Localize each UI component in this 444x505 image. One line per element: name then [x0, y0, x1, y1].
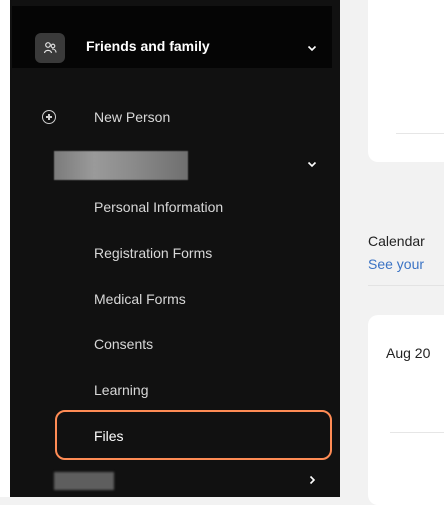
- sidebar-item-consents[interactable]: Consents: [94, 336, 153, 352]
- people-icon: [35, 33, 65, 63]
- sidebar-group-title: Friends and family: [86, 38, 210, 54]
- top-card-divider: [396, 133, 444, 134]
- calendar-card: [368, 315, 444, 505]
- calendar-card-divider: [390, 432, 444, 433]
- files-highlight: [55, 410, 332, 460]
- calendar-divider: [368, 285, 444, 286]
- calendar-date-label: Aug 20: [386, 345, 431, 361]
- top-card: [368, 0, 444, 162]
- sidebar-item-medical-forms[interactable]: Medical Forms: [94, 291, 186, 307]
- next-person-redacted[interactable]: [54, 472, 114, 490]
- calendar-title: Calendar: [368, 233, 425, 249]
- sidebar-item-registration-forms[interactable]: Registration Forms: [94, 245, 212, 261]
- add-circle-icon: [42, 110, 56, 124]
- new-person-link[interactable]: New Person: [94, 109, 170, 125]
- chevron-down-icon[interactable]: [306, 42, 318, 54]
- calendar-subtitle[interactable]: See your: [368, 256, 424, 272]
- sidebar-item-learning[interactable]: Learning: [94, 382, 149, 398]
- sidebar-item-personal-information[interactable]: Personal Information: [94, 199, 223, 215]
- chevron-down-icon[interactable]: [306, 158, 318, 170]
- person-name-redacted[interactable]: [54, 151, 188, 180]
- left-gutter: [0, 0, 10, 497]
- chevron-right-icon[interactable]: [306, 474, 318, 486]
